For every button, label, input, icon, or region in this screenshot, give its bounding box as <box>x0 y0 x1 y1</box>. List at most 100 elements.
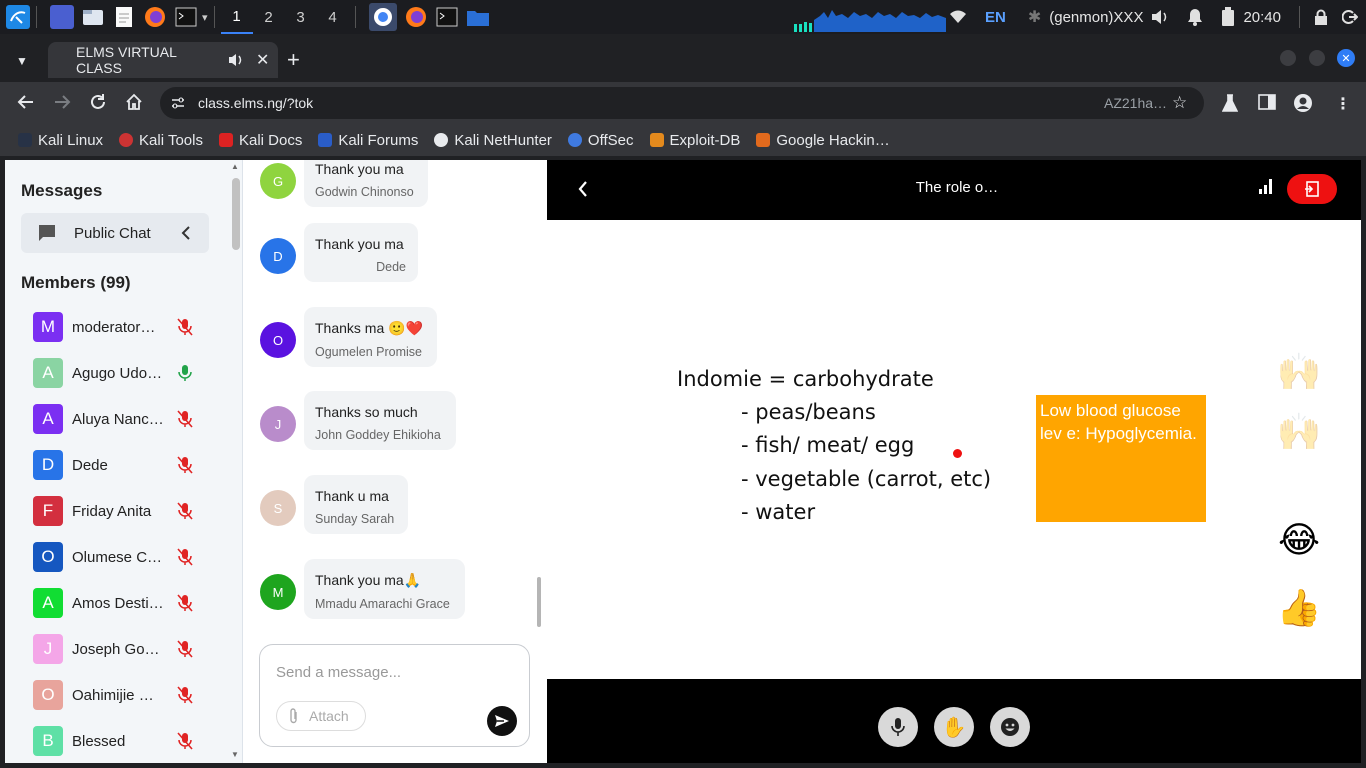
member-item[interactable]: A Amos Desti… <box>33 588 213 618</box>
media-controls: ✋ <box>547 679 1361 763</box>
bookmark-offsec[interactable]: OffSec <box>567 132 634 149</box>
chat-message: G Thank you ma Godwin Chinonso <box>260 160 540 216</box>
virtual-class-page: Messages Public Chat Members (99) Mmoder… <box>5 160 1361 763</box>
send-button[interactable] <box>487 706 517 736</box>
whiteboard-slide[interactable]: Indomie = carbohydrate - peas/beans - fi… <box>547 220 1361 679</box>
tab-close-icon[interactable]: ✕ <box>256 50 269 70</box>
kali-menu-icon[interactable] <box>6 5 30 29</box>
notification-bell-icon[interactable] <box>1187 8 1203 26</box>
member-item[interactable]: B Blessed <box>33 726 213 756</box>
desktop-panel: ▾ 1 2 3 4 EN ✱ (genmon)XXX 20:40 <box>0 0 1366 34</box>
close-window-icon[interactable]: ✕ <box>1337 49 1355 67</box>
bookmark-label: Kali NetHunter <box>454 131 552 149</box>
chat-bubble: Thank u ma Sunday Sarah <box>304 475 408 534</box>
member-item[interactable]: D Dede <box>33 450 213 480</box>
chat-bubble: Thank you ma Dede <box>304 223 418 282</box>
public-chat-item[interactable]: Public Chat <box>21 213 209 253</box>
lock-icon[interactable] <box>1314 9 1328 25</box>
browser-tab[interactable]: ELMS VIRTUAL CLASS ✕ <box>48 42 278 78</box>
chrome-window-icon[interactable] <box>368 3 397 31</box>
new-tab-icon[interactable]: + <box>287 47 300 73</box>
home-icon[interactable] <box>125 93 143 111</box>
whiteboard-line-1: Indomie = carbohydrate <box>677 367 934 391</box>
bookmark-kali-docs[interactable]: Kali Docs <box>218 132 302 149</box>
side-panel-icon[interactable] <box>1258 94 1276 110</box>
member-item[interactable]: A Aluya Nanc… <box>33 404 213 434</box>
message-input[interactable]: Send a message... <box>276 664 401 681</box>
labs-flask-icon[interactable] <box>1222 94 1238 112</box>
logout-icon[interactable] <box>1342 9 1358 25</box>
wifi-icon[interactable] <box>949 10 967 24</box>
laser-pointer <box>953 449 962 458</box>
reload-icon[interactable] <box>89 93 107 111</box>
mic-active-icon <box>176 364 194 382</box>
volume-icon[interactable] <box>1151 9 1169 25</box>
chat-sender-name: Dede <box>376 260 406 274</box>
bookmark-exploit-db[interactable]: Exploit-DB <box>649 132 740 149</box>
file-manager-icon[interactable] <box>81 5 105 29</box>
chevron-down-icon[interactable]: ▾ <box>202 11 208 24</box>
workspace-3[interactable]: 3 <box>285 0 317 34</box>
bookmark-kali-linux[interactable]: Kali Linux <box>18 132 103 149</box>
url-text[interactable]: class.elms.ng/?tok <box>198 95 313 111</box>
chat-bubble: Thanks so much John Goddey Ehikioha <box>304 391 456 450</box>
firefox-window-icon[interactable] <box>404 5 428 29</box>
forward-icon[interactable] <box>53 93 71 111</box>
battery-icon[interactable] <box>1221 7 1235 27</box>
messages-heading: Messages <box>21 181 103 200</box>
member-avatar: A <box>33 588 63 618</box>
chat-message: M Thank you ma🙏 Mmadu Amarachi Grace <box>260 559 540 627</box>
member-item[interactable]: O Olumese Ch… <box>33 542 213 572</box>
attach-button[interactable]: Attach <box>276 701 366 731</box>
sidebar-scrollbar[interactable]: ▲ ▼ <box>230 162 240 761</box>
member-item[interactable]: J Joseph God… <box>33 634 213 664</box>
microphone-button[interactable] <box>878 707 918 747</box>
bookmark-kali-nethunter[interactable]: Kali NetHunter <box>434 132 552 149</box>
keyboard-layout[interactable]: EN <box>985 9 1006 26</box>
text-editor-icon[interactable] <box>112 5 136 29</box>
bluetooth-icon[interactable]: ✱ <box>1028 7 1041 27</box>
member-item[interactable]: Mmoderator@… <box>33 312 213 342</box>
tab-search-icon[interactable]: ▼ <box>16 54 28 68</box>
desktop-icon[interactable] <box>50 5 74 29</box>
workspace-2[interactable]: 2 <box>253 0 285 34</box>
member-name: Amos Desti… <box>72 594 164 612</box>
member-avatar: O <box>33 542 63 572</box>
workspace-4[interactable]: 4 <box>317 0 349 34</box>
back-chevron-icon[interactable] <box>578 181 588 197</box>
raised-hands-reaction: 🙌 <box>1276 351 1322 392</box>
member-name: Joseph God… <box>72 640 164 658</box>
member-item[interactable]: O Oahimijie M… <box>33 680 213 710</box>
chat-scroll-thumb[interactable] <box>537 577 541 627</box>
member-item[interactable]: F Friday Anita <box>33 496 213 526</box>
leave-meeting-button[interactable] <box>1287 174 1337 204</box>
address-bar[interactable]: class.elms.ng/?tok AZ21ha… ☆ <box>160 87 1204 119</box>
bookmark-google-hacking[interactable]: Google Hackin… <box>756 132 890 149</box>
member-item[interactable]: A Agugo Udod… <box>33 358 213 388</box>
site-info-icon[interactable] <box>170 95 186 111</box>
chat-avatar: J <box>260 406 296 442</box>
minimize-window-icon[interactable] <box>1280 50 1296 66</box>
back-icon[interactable] <box>17 93 35 111</box>
terminal-icon[interactable] <box>174 5 198 29</box>
clock[interactable]: 20:40 <box>1243 9 1281 26</box>
public-chat-label: Public Chat <box>74 224 151 242</box>
reactions-button[interactable] <box>990 707 1030 747</box>
chevron-left-icon[interactable] <box>181 226 191 240</box>
bookmark-kali-forums[interactable]: Kali Forums <box>318 132 418 149</box>
bookmark-kali-tools[interactable]: Kali Tools <box>119 132 203 149</box>
sidebar-scroll-thumb[interactable] <box>232 178 240 250</box>
firefox-icon[interactable] <box>143 5 167 29</box>
profile-avatar-icon[interactable] <box>1293 93 1313 113</box>
connection-status-icon[interactable] <box>1258 178 1274 194</box>
tab-audio-icon[interactable] <box>228 53 244 67</box>
microphone-icon <box>890 717 906 737</box>
member-avatar: A <box>33 404 63 434</box>
terminal-window-icon[interactable] <box>435 5 459 29</box>
folder-window-icon[interactable] <box>466 5 490 29</box>
bookmark-star-icon[interactable]: ☆ <box>1172 93 1187 113</box>
maximize-window-icon[interactable] <box>1309 50 1325 66</box>
raise-hand-button[interactable]: ✋ <box>934 707 974 747</box>
workspace-1[interactable]: 1 <box>220 0 253 34</box>
browser-menu-icon[interactable]: ⋮ <box>1335 94 1351 114</box>
